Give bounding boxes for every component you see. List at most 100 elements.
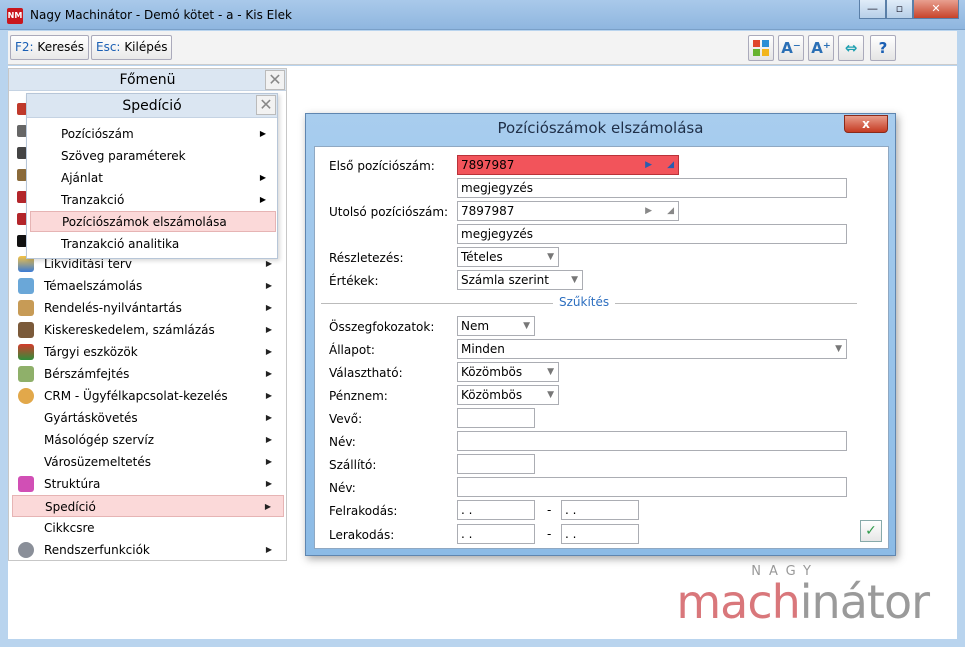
values-label: Értékek: [329, 274, 379, 288]
loading-to-field[interactable]: . . [561, 500, 639, 520]
main-menu-item-targyi[interactable]: Tárgyi eszközök ▶ [12, 341, 284, 363]
main-menu-item-rendeles[interactable]: Rendelés-nyilvántartás ▶ [12, 297, 284, 319]
submenu-close-icon[interactable]: ✕ [256, 95, 276, 115]
menu-item-label: Cikkcsre [44, 521, 95, 535]
package-icon [18, 300, 34, 316]
loading-from-field[interactable]: . . [457, 500, 535, 520]
buyer-name-field[interactable] [457, 431, 847, 451]
chevron-right-icon: ▶ [265, 479, 272, 488]
subtotal-select[interactable]: Nem ▼ [457, 316, 535, 336]
submenu-title: Spedíció [27, 94, 277, 118]
last-note-field[interactable]: megjegyzés [457, 224, 847, 244]
currency-select[interactable]: Közömbös ▼ [457, 385, 559, 405]
close-window-button[interactable]: ✕ [913, 0, 959, 19]
menu-item-label: Rendszerfunkciók [44, 543, 150, 557]
status-select[interactable]: Minden ▼ [457, 339, 847, 359]
unloading-from-field[interactable]: . . [457, 524, 535, 544]
dialog-title: Pozíciószámok elszámolása [497, 119, 704, 137]
maximize-button[interactable]: ▫ [886, 0, 913, 19]
submenu-item-poziciószamok-elszamolasa[interactable]: Pozíciószámok elszámolása [30, 211, 276, 232]
minimize-button[interactable]: — [859, 0, 886, 19]
chevron-down-icon: ▼ [835, 344, 842, 354]
chevron-right-icon: ▶ [259, 173, 266, 182]
main-menu-item-cikkcsre[interactable]: Cikkcsre [12, 517, 284, 539]
menu-item-label: Bérszámfejtés [44, 367, 130, 381]
carrier-name-field[interactable] [457, 477, 847, 497]
carrier-field[interactable] [457, 454, 535, 474]
window-controls: — ▫ ✕ [859, 0, 959, 20]
main-menu-item-varosuzemeltetes[interactable]: Városüzemeltetés ▶ [12, 451, 284, 473]
chevron-right-icon: ▶ [264, 502, 271, 511]
main-menu-item-masologep[interactable]: Másológép szervíz ▶ [12, 429, 284, 451]
main-menu-item-temaelszamolas[interactable]: Témaelszámolás ▶ [12, 275, 284, 297]
name2-label: Név: [329, 481, 356, 495]
loading-to-value: . . [565, 503, 577, 517]
submenu-item-poziciószam[interactable]: Pozíciószám ▶ [30, 124, 276, 145]
unloading-to-field[interactable]: . . [561, 524, 639, 544]
chevron-right-icon: ▶ [265, 281, 272, 290]
submenu-item-szoveg-parameterek[interactable]: Szöveg paraméterek [30, 146, 276, 167]
play-icon[interactable]: ▶ [645, 202, 652, 220]
font-increase-icon[interactable]: A⁺ [808, 35, 834, 61]
main-menu-title: Főmenü [9, 69, 286, 91]
submenu-item-tranzakcio-analitika[interactable]: Tranzakció analitika [30, 234, 276, 255]
register-icon [18, 322, 34, 338]
search-key-label: F2: [15, 40, 34, 54]
exit-key-label: Esc: [96, 40, 121, 54]
search-button[interactable]: F2: Keresés [10, 35, 90, 60]
submenu-item-ajanlat[interactable]: Ajánlat ▶ [30, 168, 276, 189]
checkmark-icon[interactable]: ✓ [860, 520, 882, 542]
first-position-field[interactable]: 7897987 ▶ ◢ [457, 155, 679, 175]
settlement-dialog: Pozíciószámok elszámolása x Első pozíció… [305, 113, 896, 556]
menu-item-label: Városüzemeltetés [44, 455, 152, 469]
submenu-item-label: Ajánlat [61, 171, 103, 185]
unloading-label: Lerakodás: [329, 528, 395, 542]
detail-label: Részletezés: [329, 251, 404, 265]
help-text: ? [878, 39, 888, 57]
window-titlebar: NM Nagy Machinátor - Demó kötet - a - Ki… [0, 0, 965, 30]
main-menu-item-gyartaskovetes[interactable]: Gyártáskövetés ▶ [12, 407, 284, 429]
carrier-label: Szállító: [329, 458, 377, 472]
chevron-right-icon: ▶ [265, 391, 272, 400]
grid-icon[interactable] [748, 35, 774, 61]
buyer-label: Vevő: [329, 412, 363, 426]
main-menu-item-berszamfejtes[interactable]: Bérszámfejtés ▶ [12, 363, 284, 385]
last-position-value: 7897987 [461, 204, 515, 218]
chevron-right-icon: ▶ [265, 369, 272, 378]
last-position-field[interactable]: 7897987 ▶ ◢ [457, 201, 679, 221]
main-menu-item-kiskereskedelem[interactable]: Kiskereskedelem, számlázás ▶ [12, 319, 284, 341]
buyer-field[interactable] [457, 408, 535, 428]
menu-item-label: Gyártáskövetés [44, 411, 138, 425]
main-menu-close-icon[interactable]: ✕ [265, 70, 285, 90]
arrows-icon[interactable]: ⇔ [838, 35, 864, 61]
main-menu-item-rendszerfunkciok[interactable]: Rendszerfunkciók ▶ [12, 539, 284, 561]
toolbar: F2: Keresés Esc: Kilépés A⁻ A⁺ ⇔ ? [8, 31, 957, 65]
help-icon[interactable]: ? [870, 35, 896, 61]
main-menu-item-spedicio[interactable]: Spedíció ▶ [12, 495, 284, 517]
font-decrease-icon[interactable]: A⁻ [778, 35, 804, 61]
unloading-dash: - [547, 527, 552, 541]
resize-corner-icon: ◢ [667, 206, 674, 216]
chevron-down-icon: ▼ [547, 390, 554, 400]
people-icon [18, 388, 34, 404]
play-icon[interactable]: ▶ [645, 156, 652, 174]
last-note-value: megjegyzés [461, 227, 534, 241]
search-button-label: Keresés [37, 40, 85, 54]
chevron-right-icon: ▶ [265, 303, 272, 312]
unloading-from-value: . . [461, 527, 473, 541]
submenu-item-label: Tranzakció analitika [61, 237, 180, 251]
values-select[interactable]: Számla szerint ▼ [457, 270, 583, 290]
selectable-select[interactable]: Közömbös ▼ [457, 362, 559, 382]
window-title: Nagy Machinátor - Demó kötet - a - Kis E… [30, 8, 292, 22]
chevron-right-icon: ▶ [265, 325, 272, 334]
watermark-part2: inátor [799, 575, 930, 629]
detail-select[interactable]: Tételes ▼ [457, 247, 559, 267]
main-menu-item-crm[interactable]: CRM - Ügyfélkapcsolat-kezelés ▶ [12, 385, 284, 407]
currency-label: Pénznem: [329, 389, 388, 403]
subtotal-label: Összegfokozatok: [329, 320, 435, 334]
main-menu-item-struktura[interactable]: Struktúra ▶ [12, 473, 284, 495]
submenu-item-tranzakcio[interactable]: Tranzakció ▶ [30, 190, 276, 211]
first-note-field[interactable]: megjegyzés [457, 178, 847, 198]
exit-button[interactable]: Esc: Kilépés [91, 35, 173, 60]
dialog-close-button[interactable]: x [844, 115, 888, 133]
